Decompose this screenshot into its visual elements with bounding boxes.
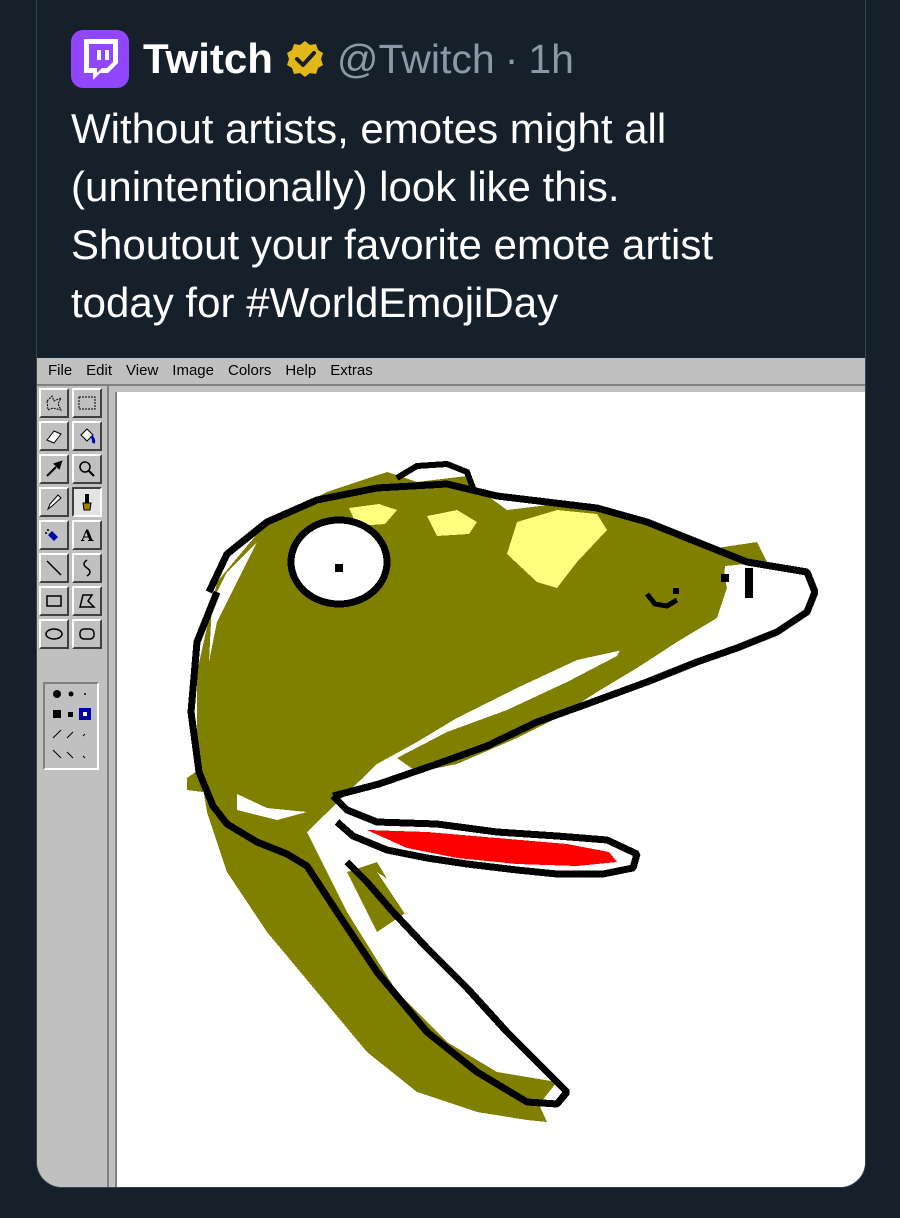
separator-dot: ·	[504, 36, 519, 82]
magnifier-icon[interactable]	[72, 454, 102, 484]
brush-size-options[interactable]	[43, 682, 99, 770]
polygon-icon[interactable]	[72, 586, 102, 616]
tool-grid: A	[39, 388, 103, 649]
author-name[interactable]: Twitch	[143, 30, 273, 88]
brush-icon[interactable]	[72, 487, 102, 517]
tweet-card[interactable]: Twitch @Twitch · 1h Without artists, emo…	[36, 0, 866, 1188]
pencil-icon[interactable]	[39, 487, 69, 517]
tweet-text: Without artists, emotes might all (unint…	[71, 105, 713, 326]
color-picker-icon[interactable]	[39, 454, 69, 484]
paint-toolbox: A	[37, 386, 109, 1187]
menu-edit[interactable]: Edit	[79, 358, 119, 385]
menu-colors[interactable]: Colors	[221, 358, 278, 385]
rounded-rect-icon[interactable]	[72, 619, 102, 649]
free-select-icon[interactable]	[39, 388, 69, 418]
menu-file[interactable]: File	[41, 358, 79, 385]
ellipse-icon[interactable]	[39, 619, 69, 649]
airbrush-icon[interactable]	[39, 520, 69, 550]
paint-menu-bar: File Edit View Image Colors Help Extras	[37, 358, 865, 386]
curve-icon[interactable]	[72, 553, 102, 583]
menu-view[interactable]: View	[119, 358, 165, 385]
menu-extras[interactable]: Extras	[323, 358, 380, 385]
verified-badge-icon[interactable]	[285, 39, 325, 79]
author-handle[interactable]: @Twitch	[337, 30, 495, 88]
menu-image[interactable]: Image	[165, 358, 221, 385]
eraser-icon[interactable]	[39, 421, 69, 451]
line-icon[interactable]	[39, 553, 69, 583]
text-icon[interactable]: A	[72, 520, 102, 550]
rectangle-icon[interactable]	[39, 586, 69, 616]
tweet-media-image[interactable]: File Edit View Image Colors Help Extras	[37, 358, 865, 1187]
tweet-time[interactable]: 1h	[528, 30, 574, 88]
rect-select-icon[interactable]	[72, 388, 102, 418]
brush-shapes-icon[interactable]	[45, 684, 97, 768]
twitch-logo-icon	[84, 39, 118, 80]
fill-icon[interactable]	[72, 421, 102, 451]
avatar[interactable]	[71, 30, 129, 88]
svg-text:A: A	[80, 526, 94, 545]
canvas-frame	[109, 388, 865, 1187]
paint-canvas[interactable]	[115, 392, 865, 1187]
crude-frog-emote-drawing	[187, 460, 819, 1122]
tweet-header: Twitch @Twitch · 1h	[71, 30, 574, 88]
menu-help[interactable]: Help	[278, 358, 323, 385]
